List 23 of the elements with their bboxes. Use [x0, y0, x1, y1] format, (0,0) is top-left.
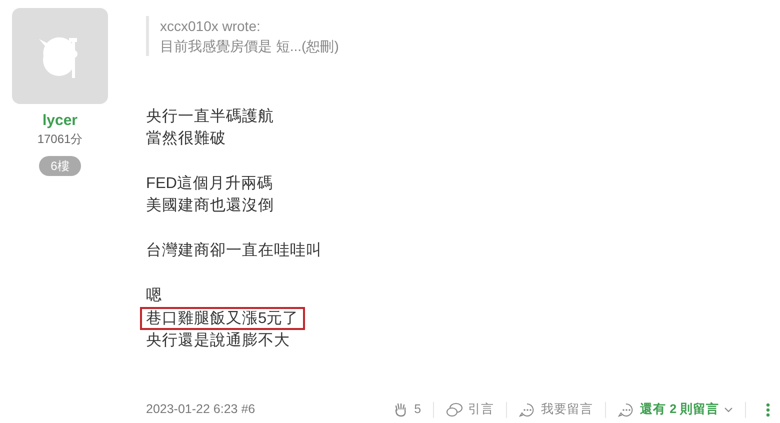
highlighted-text: 巷口雞腿飯又漲5元了 — [140, 307, 305, 330]
quote-excerpt: 目前我感覺房價是 短...(恕刪) — [160, 37, 340, 56]
body-text: 嗯 — [146, 287, 162, 304]
comment-icon — [519, 402, 536, 418]
body-text: 央行一直半碼護航 — [146, 108, 274, 125]
body-text: FED這個月升兩碼 — [146, 175, 273, 192]
quote-author: xccx010x wrote: — [160, 17, 262, 36]
body-text: 台灣建商卻一直在哇哇叫 — [146, 242, 322, 259]
floor-badge: 6樓 — [38, 156, 82, 176]
quote-button[interactable]: 引言 — [434, 400, 506, 419]
user-score: 17061分 — [37, 131, 83, 148]
username-link[interactable]: lycer — [42, 112, 78, 130]
body-text: 美國建商也還沒倒 — [146, 197, 274, 214]
reply-button[interactable]: 我要留言 — [507, 400, 606, 419]
quote-icon — [446, 402, 464, 418]
post-timestamp: 2023-01-22 6:23 #6 — [146, 401, 256, 418]
more-icon — [766, 402, 770, 417]
more-comments-button[interactable]: 還有 2 則留言 — [606, 400, 745, 419]
body-text: 央行還是說通膨不大 — [146, 332, 290, 349]
body-text: 當然很難破 — [146, 130, 226, 147]
comment-icon — [618, 402, 636, 418]
caret-icon — [724, 406, 733, 413]
like-button[interactable]: 5 — [381, 400, 434, 419]
